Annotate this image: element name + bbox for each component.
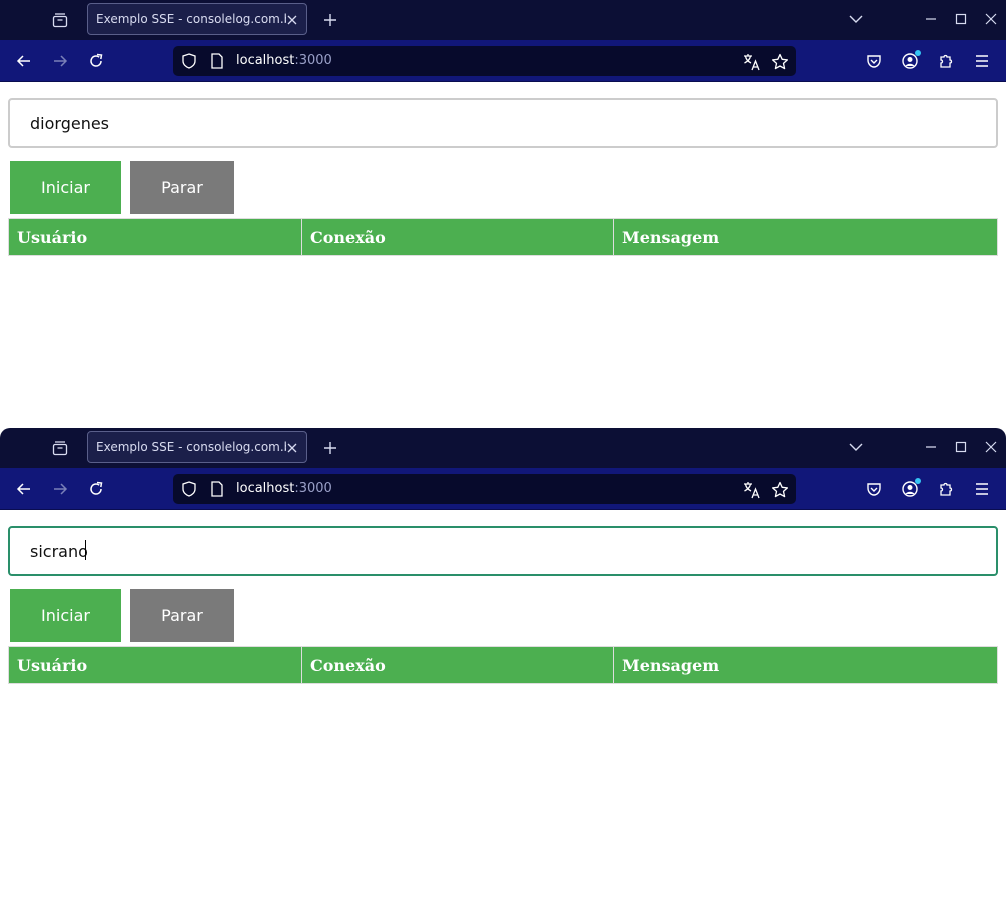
arrow-left-icon[interactable]: [12, 49, 36, 73]
translate-icon[interactable]: [741, 51, 763, 73]
maximize-icon[interactable]: [950, 8, 972, 30]
pocket-icon[interactable]: [862, 477, 886, 501]
plus-icon[interactable]: [319, 437, 341, 459]
account-icon[interactable]: [898, 477, 922, 501]
table-header-row: Usuário Conexão Mensagem: [8, 218, 998, 256]
url-text[interactable]: localhost:3000: [236, 53, 332, 68]
notification-dot: [915, 50, 921, 56]
star-icon[interactable]: [769, 479, 791, 501]
reload-icon[interactable]: [84, 49, 108, 73]
text-caret: [85, 540, 86, 560]
maximize-icon[interactable]: [950, 436, 972, 458]
chevron-down-icon[interactable]: [845, 8, 867, 30]
star-icon[interactable]: [769, 51, 791, 73]
close-icon[interactable]: [980, 8, 1002, 30]
translate-icon[interactable]: [741, 479, 763, 501]
tab-active[interactable]: Exemplo SSE - consolelog.com.br: [87, 431, 307, 463]
close-icon[interactable]: [980, 436, 1002, 458]
navigation-bar: localhost:3000: [0, 468, 1006, 510]
stop-button[interactable]: Parar: [130, 161, 234, 214]
hamburger-menu-icon[interactable]: [970, 49, 994, 73]
start-button[interactable]: Iniciar: [10, 161, 121, 214]
close-icon[interactable]: [284, 440, 300, 456]
arrow-left-icon[interactable]: [12, 477, 36, 501]
tab-title: Exemplo SSE - consolelog.com.br: [96, 440, 286, 454]
puzzle-icon[interactable]: [934, 477, 958, 501]
navigation-bar: localhost:3000: [0, 40, 1006, 82]
tab-active[interactable]: Exemplo SSE - consolelog.com.br: [87, 3, 307, 35]
notification-dot: [915, 478, 921, 484]
tab-title: Exemplo SSE - consolelog.com.br: [96, 12, 286, 26]
title-bar: Exemplo SSE - consolelog.com.br: [0, 428, 1006, 468]
url-port: :3000: [294, 53, 332, 68]
url-host: localhost: [236, 481, 295, 496]
table-header-row: Usuário Conexão Mensagem: [8, 646, 998, 684]
arrow-right-icon[interactable]: [48, 477, 72, 501]
column-header-message: Mensagem: [613, 218, 998, 256]
url-port: :3000: [294, 481, 332, 496]
browser-window-bottom: Exemplo SSE - consolelog.com.br localhos…: [0, 428, 1006, 912]
url-host: localhost: [236, 53, 295, 68]
account-icon[interactable]: [898, 49, 922, 73]
column-header-message: Mensagem: [613, 646, 998, 684]
pocket-icon[interactable]: [862, 49, 886, 73]
page-icon[interactable]: [208, 480, 226, 498]
browser-window-top: Exemplo SSE - consolelog.com.br localhos…: [0, 0, 1006, 428]
user-name-input[interactable]: [8, 98, 998, 148]
events-table: Usuário Conexão Mensagem: [8, 218, 998, 256]
title-bar: Exemplo SSE - consolelog.com.br: [0, 0, 1006, 40]
minimize-icon[interactable]: [920, 436, 942, 458]
stop-button[interactable]: Parar: [130, 589, 234, 642]
url-bar[interactable]: localhost:3000: [173, 46, 796, 76]
url-text[interactable]: localhost:3000: [236, 481, 332, 496]
column-header-user: Usuário: [8, 218, 302, 256]
tab-list-icon[interactable]: [48, 436, 72, 460]
shield-icon[interactable]: [180, 52, 198, 70]
arrow-right-icon[interactable]: [48, 49, 72, 73]
chevron-down-icon[interactable]: [845, 436, 867, 458]
user-name-input[interactable]: [8, 526, 998, 576]
column-header-connection: Conexão: [301, 218, 614, 256]
reload-icon[interactable]: [84, 477, 108, 501]
column-header-user: Usuário: [8, 646, 302, 684]
start-button[interactable]: Iniciar: [10, 589, 121, 642]
page-icon[interactable]: [208, 52, 226, 70]
puzzle-icon[interactable]: [934, 49, 958, 73]
shield-icon[interactable]: [180, 480, 198, 498]
url-bar[interactable]: localhost:3000: [173, 474, 796, 504]
column-header-connection: Conexão: [301, 646, 614, 684]
close-icon[interactable]: [284, 12, 300, 28]
hamburger-menu-icon[interactable]: [970, 477, 994, 501]
minimize-icon[interactable]: [920, 8, 942, 30]
tab-list-icon[interactable]: [48, 8, 72, 32]
events-table: Usuário Conexão Mensagem: [8, 646, 998, 684]
plus-icon[interactable]: [319, 9, 341, 31]
